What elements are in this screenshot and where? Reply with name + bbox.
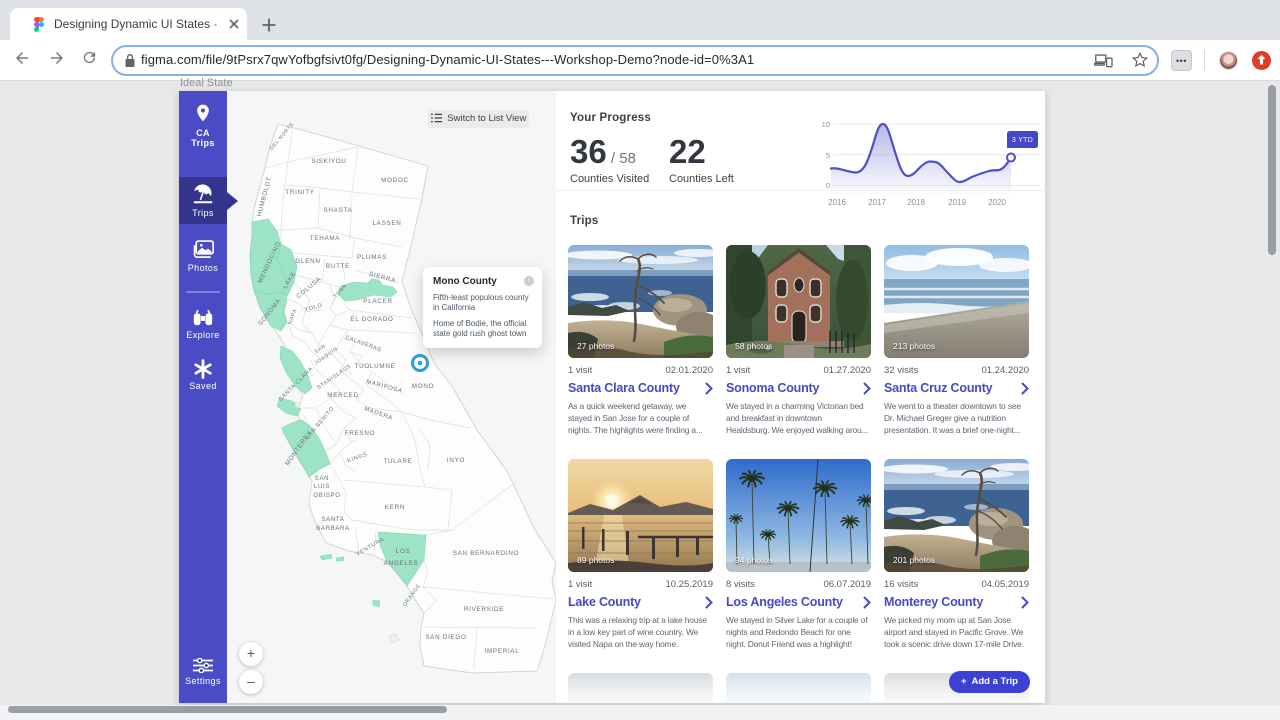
svg-text:SAN: SAN <box>315 476 329 482</box>
svg-text:INYO: INYO <box>447 457 465 464</box>
svg-text:MONO: MONO <box>412 383 434 390</box>
svg-text:RIVERSIDE: RIVERSIDE <box>464 606 504 613</box>
svg-text:SAN DIEGO: SAN DIEGO <box>425 634 466 641</box>
svg-text:2020: 2020 <box>988 198 1006 207</box>
svg-text:MERCED: MERCED <box>327 392 359 399</box>
svg-text:3 YTD: 3 YTD <box>1012 137 1033 144</box>
svg-text:BUTTE: BUTTE <box>326 263 350 270</box>
svg-text:TULARE: TULARE <box>383 458 412 465</box>
svg-text:LUIS: LUIS <box>314 484 330 490</box>
svg-text:0: 0 <box>826 181 830 190</box>
svg-text:GLENN: GLENN <box>295 258 320 265</box>
svg-text:BARBARA: BARBARA <box>316 526 350 532</box>
svg-text:LOS: LOS <box>396 548 411 555</box>
svg-text:ANGELES: ANGELES <box>384 560 419 567</box>
svg-text:TRINITY: TRINITY <box>285 189 314 196</box>
svg-text:PLUMAS: PLUMAS <box>357 254 387 261</box>
svg-text:TEHAMA: TEHAMA <box>310 235 341 242</box>
svg-text:PLACER: PLACER <box>363 298 392 305</box>
svg-text:LASSEN: LASSEN <box>372 220 401 227</box>
svg-text:MODOC: MODOC <box>381 177 409 184</box>
svg-text:TUOLUMNE: TUOLUMNE <box>355 363 396 370</box>
svg-text:SISKIYOU: SISKIYOU <box>311 158 346 165</box>
svg-text:KERN: KERN <box>385 504 405 511</box>
svg-text:SAN BERNARDINO: SAN BERNARDINO <box>453 550 519 557</box>
svg-text:5: 5 <box>826 151 830 160</box>
svg-text:2016: 2016 <box>828 198 846 207</box>
svg-text:2019: 2019 <box>948 198 966 207</box>
svg-text:FRESNO: FRESNO <box>345 430 375 437</box>
svg-text:SANTA: SANTA <box>321 517 344 523</box>
svg-text:IMPERIAL: IMPERIAL <box>485 648 520 655</box>
svg-text:EL DORADO: EL DORADO <box>350 316 393 323</box>
svg-text:2017: 2017 <box>868 198 886 207</box>
svg-text:SHASTA: SHASTA <box>324 207 353 214</box>
svg-text:10: 10 <box>822 120 830 129</box>
svg-text:OBISPO: OBISPO <box>313 493 340 499</box>
svg-text:2018: 2018 <box>907 198 925 207</box>
